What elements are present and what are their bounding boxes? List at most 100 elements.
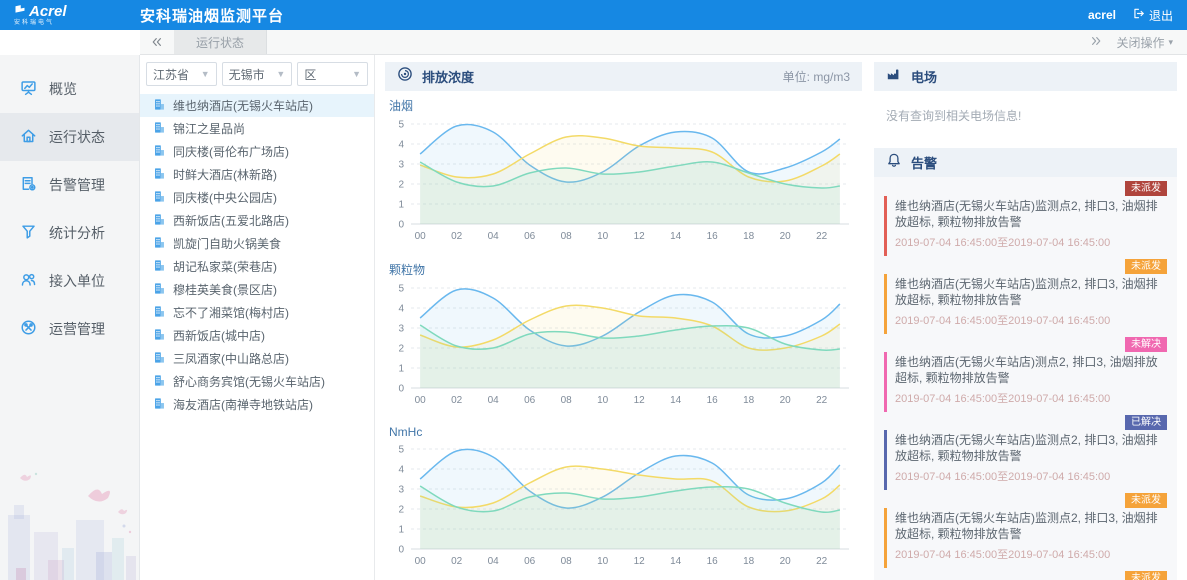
store-list-item[interactable]: 穆桂英美食(景区店) bbox=[140, 278, 374, 301]
store-name: 舒心商务宾馆(无锡火车站店) bbox=[173, 375, 325, 389]
store-list-item[interactable]: 西新饭店(五爱北路店) bbox=[140, 209, 374, 232]
alert-time-range: 2019-07-04 16:45:00至2019-07-04 16:45:00 bbox=[895, 393, 1111, 405]
cityscape-decoration bbox=[8, 472, 136, 580]
tab-bar: 运行状态 关闭操作 ▾ bbox=[140, 30, 1187, 55]
page-title: 安科瑞油烟监测平台 bbox=[140, 7, 285, 25]
status-badge: 未派发 bbox=[1125, 493, 1167, 508]
sidebar-item-0[interactable]: 概览 bbox=[0, 65, 139, 113]
svg-text:18: 18 bbox=[743, 556, 755, 567]
alert-item-5[interactable]: 未派发维也纳酒店(无锡火车站店)监测点2, 排口3, 油烟排放超标, 颗粒物排放… bbox=[884, 571, 1167, 580]
alert-text: 维也纳酒店(无锡火车站店)监测点2, 排口3, 油烟排放超标, 颗粒物排放告警 bbox=[895, 511, 1158, 541]
status-badge: 未解决 bbox=[1125, 337, 1167, 352]
region-select-2[interactable]: 区 ▼ bbox=[297, 62, 369, 86]
svg-text:5: 5 bbox=[398, 120, 404, 131]
store-panel: 江苏省 ▼ 无锡市 ▼ 区 ▼ 维也纳酒店(无锡火车站店) 锦江之星品尚 同庆楼(哥伦布广场店… bbox=[140, 55, 375, 580]
sidebar-item-label: 统计分析 bbox=[49, 225, 105, 241]
alarm-doc-icon bbox=[20, 175, 37, 195]
store-list-item[interactable]: 胡记私家菜(荣巷店) bbox=[140, 255, 374, 278]
svg-text:20: 20 bbox=[780, 556, 792, 567]
bell-icon bbox=[886, 152, 902, 173]
chart-block-2: NmHc 0 1 2 3 4 5 00 02 04 06 08 10 12 14 16 18 20 22 bbox=[385, 425, 862, 580]
select-value: 江苏省 bbox=[153, 67, 190, 82]
sidebar-item-label: 告警管理 bbox=[49, 177, 105, 193]
tab-label: 运行状态 bbox=[196, 35, 245, 50]
store-list-item[interactable]: 忘不了湘菜馆(梅村店) bbox=[140, 301, 374, 324]
chart-block-0: 油烟 0 1 2 3 4 5 00 02 04 06 08 10 12 14 16 18 20 22 bbox=[385, 97, 862, 255]
current-user: acrel bbox=[1087, 8, 1116, 22]
region-select-0[interactable]: 江苏省 ▼ bbox=[146, 62, 217, 86]
alert-text: 维也纳酒店(无锡火车站店)监测点2, 排口3, 油烟排放超标, 颗粒物排放告警 bbox=[895, 433, 1158, 463]
store-name: 海友酒店(南禅寺地铁站店) bbox=[173, 398, 313, 412]
alert-item-4[interactable]: 未派发维也纳酒店(无锡火车站店)监测点2, 排口3, 油烟排放超标, 颗粒物排放… bbox=[884, 493, 1167, 568]
building-icon bbox=[153, 167, 166, 183]
svg-text:02: 02 bbox=[451, 395, 463, 406]
svg-text:1: 1 bbox=[398, 525, 404, 536]
building-icon bbox=[153, 351, 166, 367]
svg-text:0: 0 bbox=[398, 220, 404, 231]
line-chart: 01234500 02 04 06 08 10 12 14 16 18 20 22 bbox=[398, 120, 849, 242]
svg-text:2: 2 bbox=[398, 505, 404, 516]
svg-text:22: 22 bbox=[816, 231, 828, 242]
scroll-tabs-left-icon[interactable] bbox=[140, 30, 174, 54]
svg-text:2: 2 bbox=[398, 344, 404, 355]
close-operations-dropdown[interactable]: 关闭操作 ▾ bbox=[1116, 34, 1173, 51]
store-name: 穆桂英美食(景区店) bbox=[173, 283, 277, 297]
sidebar-item-2[interactable]: 告警管理 bbox=[0, 161, 139, 209]
line-chart: 01234500 02 04 06 08 10 12 14 16 18 20 22 bbox=[398, 445, 849, 567]
building-icon bbox=[153, 305, 166, 321]
alert-text: 维也纳酒店(无锡火车站店)监测点2, 排口3, 油烟排放超标, 颗粒物排放告警 bbox=[895, 199, 1158, 229]
store-list-item[interactable]: 锦江之星品尚 bbox=[140, 117, 374, 140]
svg-text:04: 04 bbox=[488, 231, 500, 242]
store-list-item[interactable]: 同庆楼(中央公园店) bbox=[140, 186, 374, 209]
sidebar-item-label: 接入单位 bbox=[49, 273, 105, 289]
sidebar-item-5[interactable]: 运营管理 bbox=[0, 305, 139, 353]
alert-item-2[interactable]: 未解决 维也纳酒店(无锡火车站店)测点2, 排口3, 油烟排放超标, 颗粒物排放告… bbox=[884, 337, 1167, 412]
unit-label: 单位: mg/m3 bbox=[782, 70, 850, 84]
field-title: 电场 bbox=[911, 70, 938, 85]
alarm-panel-header: 告警 bbox=[874, 148, 1177, 177]
store-name: 胡记私家菜(荣巷店) bbox=[173, 260, 277, 274]
svg-text:0: 0 bbox=[398, 384, 404, 395]
svg-text:5: 5 bbox=[398, 284, 404, 295]
sidebar-item-4[interactable]: 接入单位 bbox=[0, 257, 139, 305]
store-list-item[interactable]: 海友酒店(南禅寺地铁站店) bbox=[140, 393, 374, 416]
building-icon bbox=[153, 144, 166, 160]
alert-item-0[interactable]: 未派发维也纳酒店(无锡火车站店)监测点2, 排口3, 油烟排放超标, 颗粒物排放… bbox=[884, 181, 1167, 256]
store-list-item[interactable]: 同庆楼(哥伦布广场店) bbox=[140, 140, 374, 163]
alert-item-3[interactable]: 已解决维也纳酒店(无锡火车站店)监测点2, 排口3, 油烟排放超标, 颗粒物排放… bbox=[884, 415, 1167, 490]
svg-text:12: 12 bbox=[634, 395, 646, 406]
building-icon bbox=[153, 121, 166, 137]
right-panel: 电场 没有查询到相关电场信息! 告警 未派发 维也纳酒店(无锡火车站店)监测点2,… bbox=[872, 55, 1187, 580]
status-badge: 已解决 bbox=[1125, 415, 1167, 430]
sidebar-item-label: 运营管理 bbox=[49, 321, 105, 337]
svg-text:10: 10 bbox=[597, 395, 609, 406]
svg-text:18: 18 bbox=[743, 395, 755, 406]
store-list-item[interactable]: 维也纳酒店(无锡火车站店) bbox=[140, 94, 374, 117]
scroll-tabs-right-icon[interactable] bbox=[1090, 35, 1102, 50]
svg-text:22: 22 bbox=[816, 556, 828, 567]
sidebar-item-3[interactable]: 统计分析 bbox=[0, 209, 139, 257]
status-badge: 未派发 bbox=[1125, 181, 1167, 196]
svg-text:1: 1 bbox=[398, 200, 404, 211]
store-list-item[interactable]: 凯旋门自助火锅美食 bbox=[140, 232, 374, 255]
store-name: 时鲜大酒店(林新路) bbox=[173, 168, 277, 182]
svg-text:1: 1 bbox=[398, 364, 404, 375]
store-list-item[interactable]: 舒心商务宾馆(无锡火车站店) bbox=[140, 370, 374, 393]
store-list-item[interactable]: 西新饭店(城中店) bbox=[140, 324, 374, 347]
region-select-1[interactable]: 无锡市 ▼ bbox=[221, 62, 293, 86]
logout-button[interactable]: 退出 bbox=[1132, 7, 1173, 24]
store-list-item[interactable]: 三凤酒家(中山路总店) bbox=[140, 347, 374, 370]
building-icon bbox=[153, 213, 166, 229]
emission-charts: 油烟 0 1 2 3 4 5 00 02 04 06 08 10 12 14 16 18 20 22 颗粒物 0 1 2 3 4… bbox=[385, 97, 862, 580]
tab-running-status[interactable]: 运行状态 bbox=[174, 30, 268, 54]
store-name: 西新饭店(城中店) bbox=[173, 329, 265, 343]
svg-text:04: 04 bbox=[488, 556, 500, 567]
store-name: 三凤酒家(中山路总店) bbox=[173, 352, 289, 366]
store-list-item[interactable]: 时鲜大酒店(林新路) bbox=[140, 163, 374, 186]
alert-item-1[interactable]: 未派发 维也纳酒店(无锡火车站店)监测点2, 排口3, 油烟排放超标, 颗粒物排放… bbox=[884, 259, 1167, 334]
svg-text:14: 14 bbox=[670, 556, 682, 567]
building-icon bbox=[153, 259, 166, 275]
sidebar-item-1[interactable]: 运行状态 bbox=[0, 113, 139, 161]
alert-time-range: 2019-07-04 16:45:00至2019-07-04 16:45:00 bbox=[895, 237, 1111, 249]
select-value: 区 bbox=[304, 67, 317, 82]
